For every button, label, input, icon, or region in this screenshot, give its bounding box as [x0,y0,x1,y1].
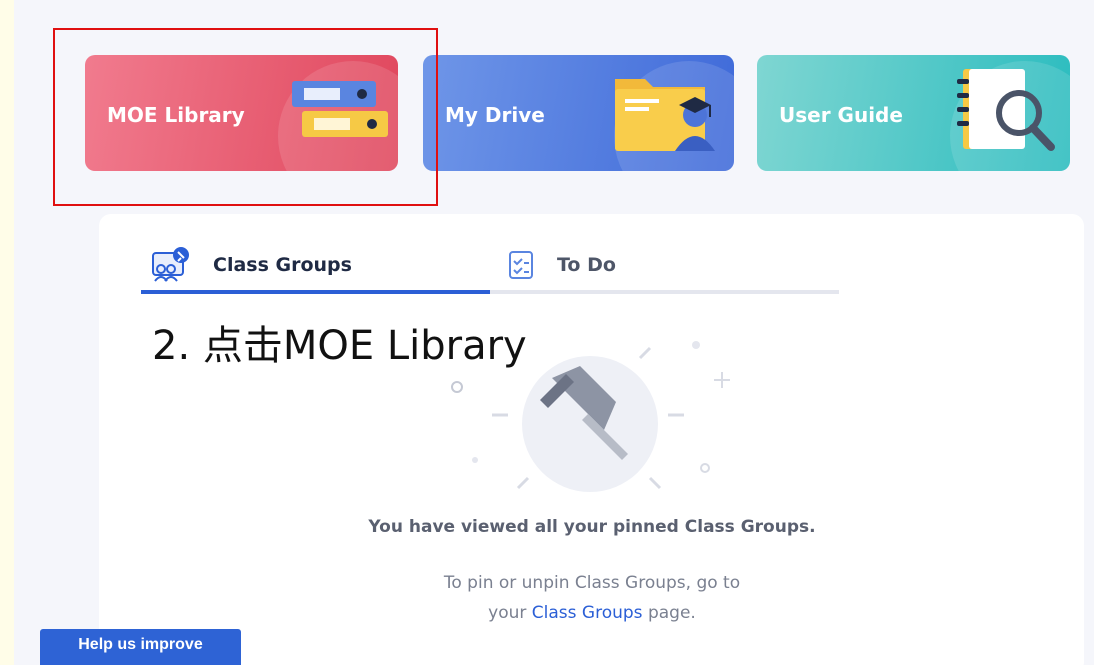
tab-bar: Class Groups To Do [141,240,839,295]
empty-state-line2-suffix: page. [642,603,696,623]
empty-state-title: You have viewed all your pinned Class Gr… [368,517,816,537]
checklist-icon [509,251,533,279]
tab-class-groups[interactable]: Class Groups [151,240,352,290]
user-guide-tile[interactable]: User Guide [757,55,1070,171]
notebook-magnifier-icon [957,69,1055,151]
empty-state-description: To pin or unpin Class Groups, go to your… [0,568,1094,628]
moe-library-tile[interactable]: MOE Library [85,55,398,171]
my-drive-label: My Drive [445,103,545,127]
tab-to-do-label: To Do [557,254,616,276]
empty-state-line2: your Class Groups page. [90,598,1094,628]
tab-class-groups-label: Class Groups [213,254,352,276]
help-us-improve-button[interactable]: Help us improve [40,629,241,665]
my-drive-tile[interactable]: My Drive [423,55,734,171]
moe-library-label: MOE Library [107,103,245,127]
empty-state-line2-prefix: your [488,603,532,623]
user-guide-label: User Guide [779,103,903,127]
class-groups-link[interactable]: Class Groups [532,603,643,623]
empty-state-line1: To pin or unpin Class Groups, go to [443,573,741,593]
class-groups-pin-icon [152,247,189,282]
tab-to-do[interactable]: To Do [507,240,616,290]
folder-graduate-icon [615,79,715,151]
tab-active-indicator [141,290,490,294]
annotation-text: 2. 点击MOE Library [152,323,527,369]
binders-icon [292,81,388,137]
